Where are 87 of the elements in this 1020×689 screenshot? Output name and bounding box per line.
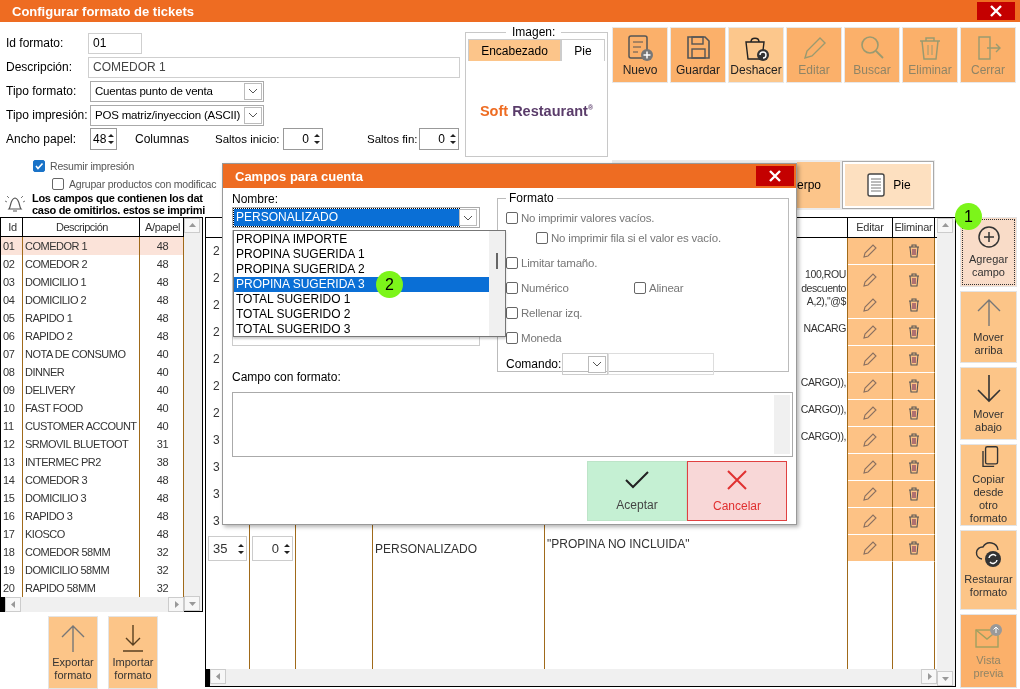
field-label: Nombre: [232, 191, 279, 207]
panel-title: Imagen: [506, 25, 562, 39]
checkbox-label: Numérico [521, 281, 569, 294]
table-cell: 06 [1, 327, 23, 345]
table-cell-text: 2 [212, 405, 220, 420]
table-cell-text: CARGO)), [799, 375, 847, 390]
table-cell: 01 [1, 237, 23, 255]
checkbox-label: Agrupar productos con modificac [69, 178, 217, 190]
table-cell: DOMICILIO 3 [23, 489, 140, 507]
table-cell: 04 [1, 291, 23, 309]
table-cell: 16 [1, 507, 23, 525]
field-label: Ancho papel: [6, 132, 78, 146]
field-label: Tipo formato: [6, 84, 78, 98]
table-cell: 02 [1, 255, 23, 273]
table-cell: 14 [1, 471, 23, 489]
table-cell: 19 [1, 561, 23, 579]
table-cell: KIOSCO [23, 525, 140, 543]
checkbox-label: Moneda [521, 331, 562, 344]
table-cell: RAPIDO 3 [23, 507, 140, 525]
table-cell-text: CARGO)), [799, 402, 847, 417]
table-cell: 18 [1, 543, 23, 561]
step-badge: 2 [376, 271, 403, 298]
field-label: Id formato: [6, 36, 65, 50]
table-cell: PERSONALIZADO [375, 541, 478, 556]
unit-label: Columnas [135, 132, 191, 146]
checkbox-label: Limitar tamaño. [521, 256, 598, 269]
table-cell: 08 [1, 363, 23, 381]
table-cell-text: 2 [212, 351, 220, 366]
table-cell-text: A,2),"@$ [805, 294, 847, 309]
field-label: Descripción: [6, 60, 74, 74]
table-cell-text: NACARG [802, 321, 847, 336]
table-cell-text: 3 [212, 486, 220, 501]
table-cell-text: 3 [212, 459, 220, 474]
group-title: Formato [508, 191, 555, 205]
table-cell: FAST FOOD [23, 399, 140, 417]
checkbox-label: No imprimir fila si el valor es vacío. [551, 231, 722, 244]
table-cell: DOMICILIO 58MM [23, 561, 140, 579]
table-cell-text: 3 [212, 432, 220, 447]
table-cell-text: 100,ROU descuento [800, 267, 847, 295]
table-cell-text: "PROPINA NO INCLUIDA" [546, 536, 691, 553]
checkbox-label: Alinear [649, 281, 684, 294]
table-cell: DELIVERY [23, 381, 140, 399]
table-cell: RAPIDO 2 [23, 327, 140, 345]
checkbox-label: Rellenar izq. [521, 306, 583, 319]
field-label: Tipo impresión: [6, 108, 88, 122]
window-title: Configurar formato de tickets [11, 3, 195, 19]
table-cell: CUSTOMER ACCOUNT [23, 417, 140, 435]
table-cell: COMEDOR 3 [23, 471, 140, 489]
table-cell-text: 2 [212, 297, 220, 312]
notice-text: Los campos que contienen los dat caso de omitirlos. estos se imprimi [32, 193, 205, 216]
table-cell: INTERMEC PR2 [23, 453, 140, 471]
table-cell: NOTA DE CONSUMO [23, 345, 140, 363]
table-cell: RAPIDO 1 [23, 309, 140, 327]
table-cell: 05 [1, 309, 23, 327]
table-cell: 07 [1, 345, 23, 363]
field-label: Comando: [506, 357, 562, 371]
table-cell: 10 [1, 399, 23, 417]
table-cell: 15 [1, 489, 23, 507]
table-cell-text: 2 [212, 324, 220, 339]
table-cell-text: 2 [212, 243, 220, 258]
table-cell-text: 3 [212, 513, 220, 528]
checkbox-label: No imprimir valores vacíos. [521, 211, 655, 224]
table-cell: COMEDOR 58MM [23, 543, 140, 561]
logo-text: Soft Restaurant$^{®}$ [479, 102, 594, 119]
column-header: Editar [848, 218, 893, 237]
table-cell: DOMICILIO 2 [23, 291, 140, 309]
table-cell: COMEDOR 2 [23, 255, 140, 273]
table-cell: DINNER [23, 363, 140, 381]
table-cell: 12 [1, 435, 23, 453]
field-label: Campo con formato: [232, 369, 342, 385]
column-header: Eliminar [893, 218, 935, 237]
table-cell: SRMOVIL BLUETOOT [23, 435, 140, 453]
table-cell: 17 [1, 525, 23, 543]
checkbox-label: Resumir impresión [50, 160, 135, 172]
table-cell-text: 2 [212, 270, 220, 285]
table-cell: 09 [1, 381, 23, 399]
table-cell-text: CARGO)), [799, 429, 847, 444]
table-cell: COMEDOR 1 [23, 237, 140, 255]
field-label: Saltos fin: [367, 133, 419, 145]
table-cell: DOMICILIO 1 [23, 273, 140, 291]
table-cell: 03 [1, 273, 23, 291]
table-cell: 13 [1, 453, 23, 471]
table-cell-text: 2 [212, 378, 220, 393]
field-label: Saltos inicio: [215, 133, 281, 145]
step-badge: 1 [955, 203, 982, 230]
dialog-title: Campos para cuenta [234, 168, 363, 184]
table-cell: 11 [1, 417, 23, 435]
